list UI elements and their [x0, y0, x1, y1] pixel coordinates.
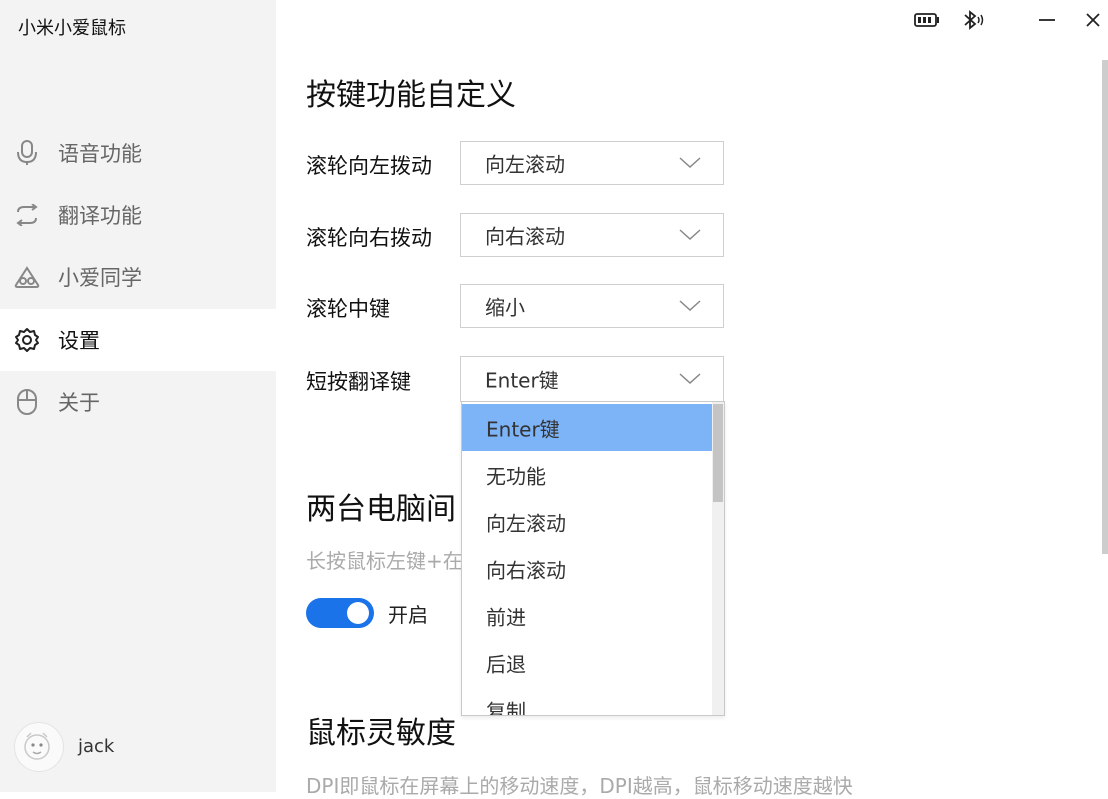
select-value: Enter键	[485, 368, 559, 393]
dual-pc-toggle[interactable]	[306, 598, 374, 628]
user-profile[interactable]: jack	[14, 722, 254, 772]
chevron-down-icon	[679, 300, 701, 312]
setting-label: 滚轮向右拨动	[306, 226, 432, 250]
section-description: 长按鼠标左键+在	[306, 549, 463, 573]
dropdown-option[interactable]: 向左滚动	[462, 498, 712, 545]
translate-key-select[interactable]: Enter键	[460, 356, 724, 402]
sidebar-item-translate[interactable]: 翻译功能	[0, 184, 276, 246]
sidebar-item-label: 关于	[58, 391, 100, 415]
page-scrollbar[interactable]	[1102, 60, 1108, 554]
bluetooth-icon	[962, 10, 986, 30]
close-button[interactable]	[1084, 10, 1102, 30]
sidebar-item-label: 语音功能	[58, 142, 142, 166]
close-icon	[1086, 13, 1100, 27]
setting-label: 短按翻译键	[306, 370, 411, 394]
translate-key-dropdown[interactable]: Enter键 无功能 向左滚动 向右滚动 前进 后退 复制	[461, 401, 725, 716]
sidebar-item-label: 翻译功能	[58, 204, 142, 228]
select-value: 缩小	[485, 295, 525, 320]
sidebar-item-about[interactable]: 关于	[0, 371, 276, 433]
select-value: 向右滚动	[485, 224, 565, 249]
app-title: 小米小爱鼠标	[18, 18, 126, 39]
xiaoai-icon	[14, 264, 40, 290]
scrollbar-thumb[interactable]	[713, 404, 723, 502]
chevron-down-icon	[679, 229, 701, 241]
dropdown-option[interactable]: 无功能	[462, 451, 712, 498]
scroll-right-select[interactable]: 向右滚动	[460, 213, 724, 257]
chevron-down-icon	[679, 157, 701, 169]
sidebar-item-voice[interactable]: 语音功能	[0, 122, 276, 184]
section-description: DPI即鼠标在屏幕上的移动速度，DPI越高，鼠标移动速度越快	[306, 774, 853, 798]
battery-icon	[914, 10, 940, 30]
dropdown-option[interactable]: 向右滚动	[462, 545, 712, 592]
dropdown-scrollbar[interactable]	[712, 402, 724, 715]
gear-icon	[14, 327, 40, 353]
avatar[interactable]	[14, 722, 64, 772]
setting-label: 滚轮向左拨动	[306, 154, 432, 178]
toggle-knob	[347, 602, 369, 624]
minimize-button[interactable]	[1038, 10, 1056, 30]
sidebar-item-label: 设置	[58, 329, 100, 353]
scroll-left-select[interactable]: 向左滚动	[460, 141, 724, 185]
sidebar: 小米小爱鼠标 语音功能 翻译功能 小爱同学 设置 关于 jack	[0, 0, 276, 792]
toggle-label: 开启	[388, 603, 428, 627]
select-value: 向左滚动	[485, 152, 565, 177]
dropdown-option[interactable]: 后退	[462, 639, 712, 686]
user-name: jack	[78, 736, 115, 757]
sidebar-item-xiaoai[interactable]: 小爱同学	[0, 246, 276, 308]
sidebar-item-label: 小爱同学	[58, 266, 142, 290]
chevron-down-icon	[679, 373, 701, 385]
microphone-icon	[14, 140, 40, 166]
dropdown-option[interactable]: 前进	[462, 592, 712, 639]
section-title-sensitivity: 鼠标灵敏度	[306, 716, 456, 751]
middle-button-select[interactable]: 缩小	[460, 284, 724, 328]
dropdown-option[interactable]: Enter键	[462, 404, 712, 451]
section-title-button-customize: 按键功能自定义	[306, 78, 516, 113]
sidebar-item-settings[interactable]: 设置	[0, 309, 276, 371]
translate-icon	[14, 202, 40, 228]
setting-label: 滚轮中键	[306, 297, 390, 321]
mouse-icon	[14, 389, 40, 415]
dropdown-option[interactable]: 复制	[462, 686, 712, 715]
section-title-dual-pc: 两台电脑间	[306, 492, 456, 527]
